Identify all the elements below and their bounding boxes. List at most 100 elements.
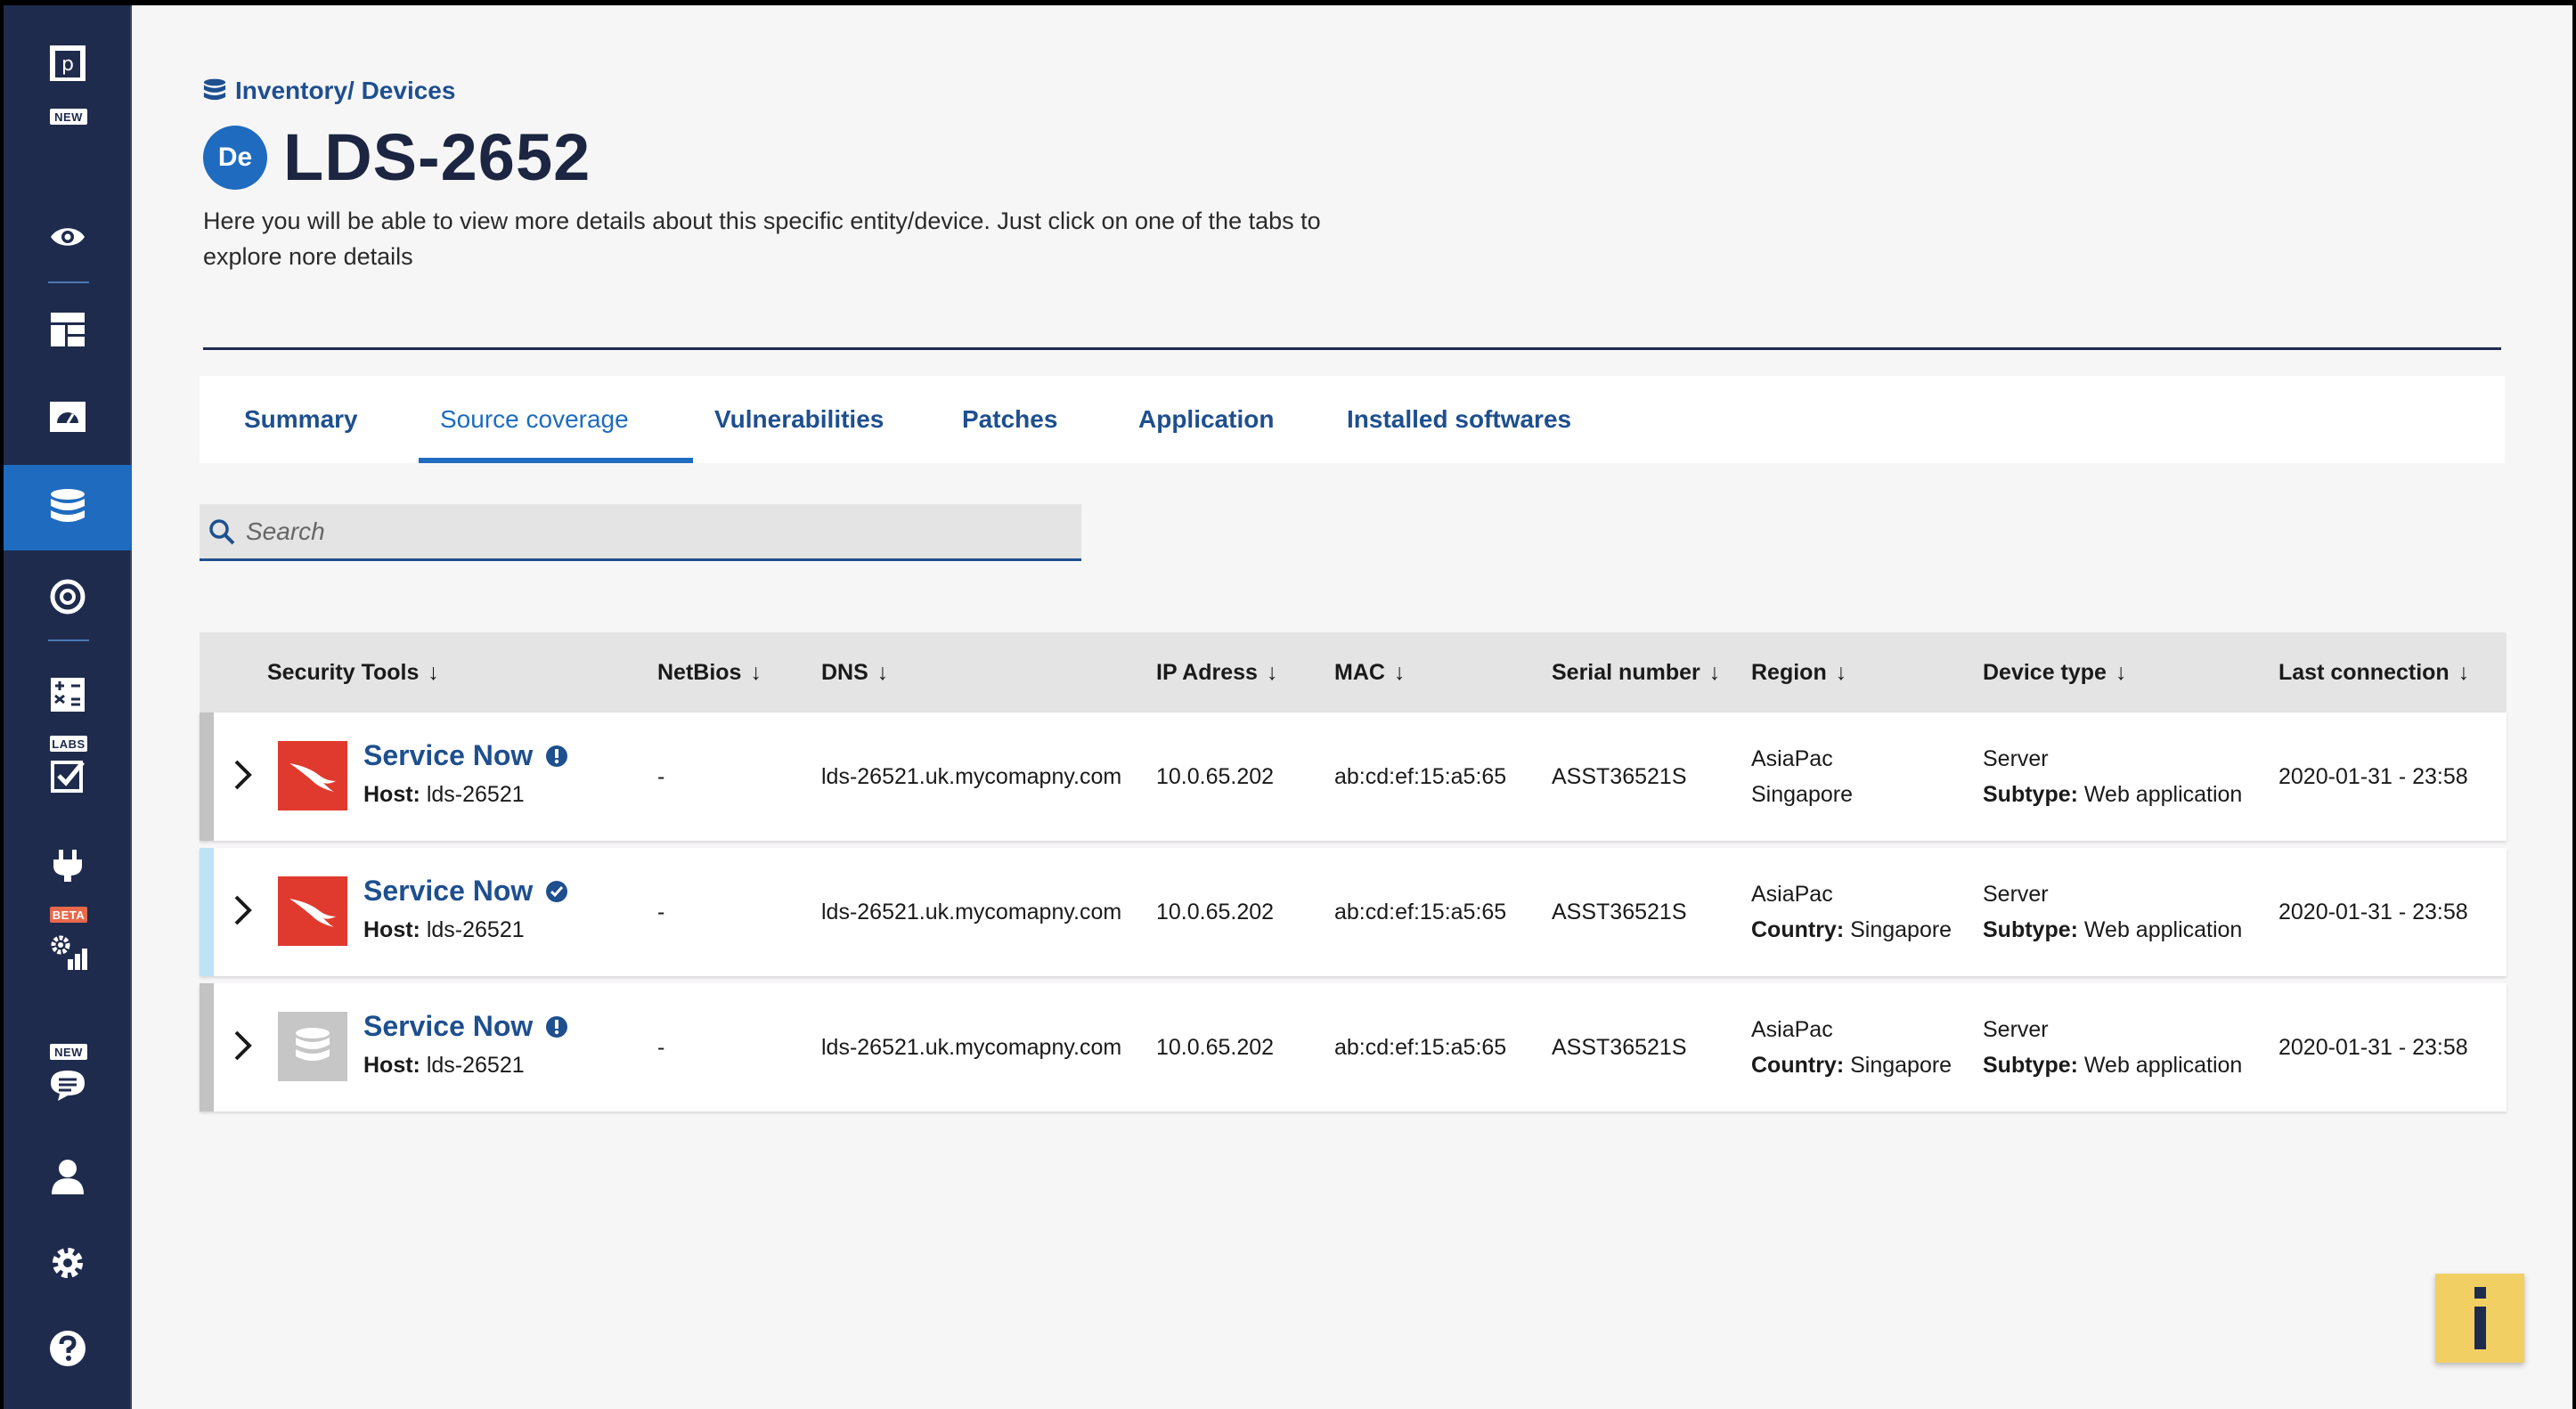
new-badge: NEW (50, 1044, 87, 1060)
column-header-serial-number[interactable]: Serial number ↓ (1552, 632, 1720, 713)
chevron-right-icon[interactable] (233, 759, 253, 791)
database-icon (203, 78, 226, 101)
tab-bar: Summary Source coverage Vulnerabilities … (200, 376, 2505, 463)
sidebar-item-logo[interactable]: p (4, 41, 132, 86)
sort-arrow-icon: ↓ (750, 659, 762, 685)
database-icon (51, 489, 85, 522)
row-status-bar (200, 983, 214, 1112)
column-header-last-connection[interactable]: Last connection ↓ (2278, 632, 2469, 713)
cell-dns: lds-26521.uk.mycomapny.com (821, 764, 1122, 789)
eye-icon (51, 228, 85, 246)
cell-netbios: - (657, 764, 665, 789)
breadcrumb[interactable]: Inventory/ Devices (203, 77, 455, 105)
sidebar-item-inventory[interactable] (4, 465, 132, 550)
sidebar-item-labs[interactable] (4, 753, 132, 798)
table-row[interactable]: Service Now Host: lds-26521 - lds-26521.… (200, 983, 2507, 1112)
cell-region: AsiaPac Country: Singapore (1751, 882, 1952, 942)
info-button[interactable] (2435, 1274, 2524, 1363)
column-header-region[interactable]: Region ↓ (1751, 632, 1846, 713)
source-coverage-table: Security Tools ↓ NetBios ↓ DNS ↓ IP Adress ↓… (200, 632, 2507, 1112)
sidebar-item-settings[interactable] (4, 1236, 132, 1290)
sidebar-item-monitor[interactable] (4, 387, 132, 447)
cell-netbios: - (657, 1035, 665, 1060)
database-icon (296, 1028, 330, 1061)
plug-icon (53, 850, 82, 882)
svg-text:p: p (61, 53, 74, 76)
sidebar-item-profile[interactable] (4, 1151, 132, 1202)
column-header-mac[interactable]: MAC ↓ (1334, 632, 1405, 713)
sidebar-item-dashboard[interactable] (4, 299, 132, 360)
search-icon (209, 518, 235, 544)
tool-logo (278, 876, 347, 946)
cell-region: AsiaPac Singapore (1751, 746, 1853, 807)
column-header-netbios[interactable]: NetBios ↓ (657, 632, 762, 713)
table-header: Security Tools ↓ NetBios ↓ DNS ↓ IP Adress ↓… (200, 632, 2507, 713)
tool-name[interactable]: Service Now (363, 739, 568, 772)
check-icon (546, 880, 568, 902)
tab-source-coverage[interactable]: Source coverage (419, 376, 693, 463)
cell-mac: ab:cd:ef:15:a5:65 (1334, 764, 1507, 789)
sidebar-divider (48, 639, 89, 641)
tab-installed-softwares[interactable]: Installed softwares (1325, 376, 1619, 463)
sort-arrow-icon: ↓ (1835, 659, 1847, 685)
cell-last-connection: 2020-01-31 - 23:58 (2278, 764, 2468, 789)
labs-badge: LABS (50, 736, 87, 752)
column-header-device-type[interactable]: Device type ↓ (1983, 632, 2126, 713)
alert-icon (546, 1015, 568, 1038)
search-input[interactable] (246, 517, 1048, 546)
alert-icon (546, 745, 568, 767)
sidebar-item-chat[interactable] (4, 1063, 132, 1108)
chevron-right-icon[interactable] (233, 1030, 253, 1062)
header-divider (203, 347, 2501, 350)
table-row[interactable]: Service Now Host: lds-26521 - lds-26521.… (200, 848, 2507, 976)
help-icon (50, 1331, 86, 1366)
cell-last-connection: 2020-01-31 - 23:58 (2278, 1035, 2468, 1060)
target-icon (50, 579, 86, 615)
dashboard-icon (51, 313, 85, 346)
sidebar-item-targets[interactable] (4, 566, 132, 627)
tab-vulnerabilities[interactable]: Vulnerabilities (693, 376, 941, 463)
cell-ip: 10.0.65.202 (1156, 900, 1275, 924)
table-row[interactable]: Service Now Host: lds-26521 - lds-26521.… (200, 713, 2507, 841)
tool-host: Host: lds-26521 (363, 782, 525, 807)
cell-device-type: Server Subtype: Web application (1983, 882, 2243, 942)
sort-arrow-icon: ↓ (1708, 659, 1721, 685)
page-description: Here you will be able to view more detai… (203, 208, 1321, 270)
cell-mac: ab:cd:ef:15:a5:65 (1334, 900, 1507, 924)
column-header-security-tools[interactable]: Security Tools ↓ (267, 632, 439, 713)
logo-icon: p (50, 45, 86, 81)
cell-last-connection: 2020-01-31 - 23:58 (2278, 900, 2468, 924)
checklist-icon (51, 761, 85, 793)
avatar: De (203, 125, 267, 190)
user-icon (52, 1160, 84, 1194)
column-header-ip-address[interactable]: IP Adress ↓ (1156, 632, 1277, 713)
tab-patches[interactable]: Patches (941, 376, 1117, 463)
tool-logo (278, 1012, 347, 1081)
tool-name[interactable]: Service Now (363, 1010, 568, 1043)
column-header-dns[interactable]: DNS ↓ (821, 632, 888, 713)
breadcrumb-label[interactable]: Inventory/ Devices (235, 77, 455, 105)
calculator-icon (51, 678, 85, 712)
info-icon (2474, 1287, 2486, 1349)
cell-region: AsiaPac Country: Singapore (1751, 1017, 1952, 1078)
cell-device-type: Server Subtype: Web application (1983, 1017, 2243, 1078)
cell-ip: 10.0.65.202 (1156, 1035, 1275, 1060)
tab-application[interactable]: Application (1117, 376, 1325, 463)
tool-name[interactable]: Service Now (363, 875, 568, 908)
row-status-bar (200, 713, 214, 841)
sidebar-item-calculator[interactable] (4, 664, 132, 725)
cell-serial: ASST36521S (1552, 764, 1687, 789)
tool-logo (278, 741, 347, 810)
tool-host: Host: lds-26521 (363, 1053, 525, 1078)
chevron-right-icon[interactable] (233, 894, 253, 926)
sidebar-item-integrations[interactable] (4, 839, 132, 892)
falcon-logo-icon (289, 763, 336, 792)
sidebar-item-analytics[interactable] (4, 926, 132, 978)
sidebar-divider (48, 281, 89, 283)
sort-arrow-icon: ↓ (876, 659, 889, 685)
new-badge: NEW (50, 109, 87, 125)
tab-summary[interactable]: Summary (223, 376, 419, 463)
sidebar-item-help[interactable] (4, 1322, 132, 1375)
cell-serial: ASST36521S (1552, 1035, 1687, 1060)
sidebar-item-overview[interactable] (4, 212, 132, 262)
